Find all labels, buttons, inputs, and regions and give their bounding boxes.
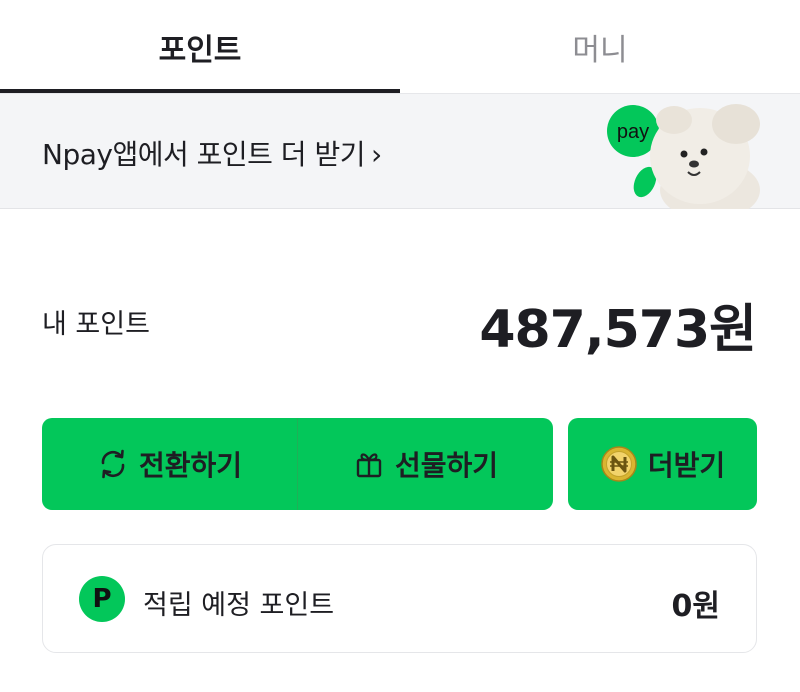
points-badge-icon: P	[79, 576, 125, 622]
banner-text: Npay앱에서 포인트 더 받기 ›	[42, 133, 382, 173]
pending-points-value: 0원	[671, 589, 720, 624]
my-points-label: 내 포인트	[42, 309, 150, 340]
convert-gift-button-group: 전환하기 선물하기	[42, 418, 553, 510]
npay-coin-icon	[600, 445, 638, 483]
gift-label: 선물하기	[394, 449, 499, 482]
convert-label: 전환하기	[138, 449, 243, 482]
pending-points-card: P 적립 예정 포인트 0원	[42, 544, 757, 653]
get-more-button[interactable]: 더받기	[568, 418, 757, 510]
convert-button[interactable]: 전환하기	[42, 418, 297, 510]
mascot-illustration: pay	[607, 104, 760, 209]
chevron-right-icon: ›	[371, 138, 382, 171]
gift-icon	[353, 448, 385, 480]
tab-bar: 포인트 머니	[0, 0, 800, 93]
tab-money[interactable]: 머니	[400, 0, 800, 93]
npay-app-banner[interactable]: Npay앱에서 포인트 더 받기 › pay	[0, 93, 800, 209]
tab-points[interactable]: 포인트	[0, 0, 400, 93]
banner-label: Npay앱에서 포인트 더 받기	[42, 138, 366, 171]
pending-points-label: 적립 예정 포인트	[143, 590, 335, 621]
gift-button[interactable]: 선물하기	[298, 418, 553, 510]
get-more-label: 더받기	[647, 449, 726, 482]
refresh-icon	[97, 448, 129, 480]
my-points-value: 487,573원	[479, 300, 757, 360]
mascot-pay-text: pay	[617, 121, 649, 143]
